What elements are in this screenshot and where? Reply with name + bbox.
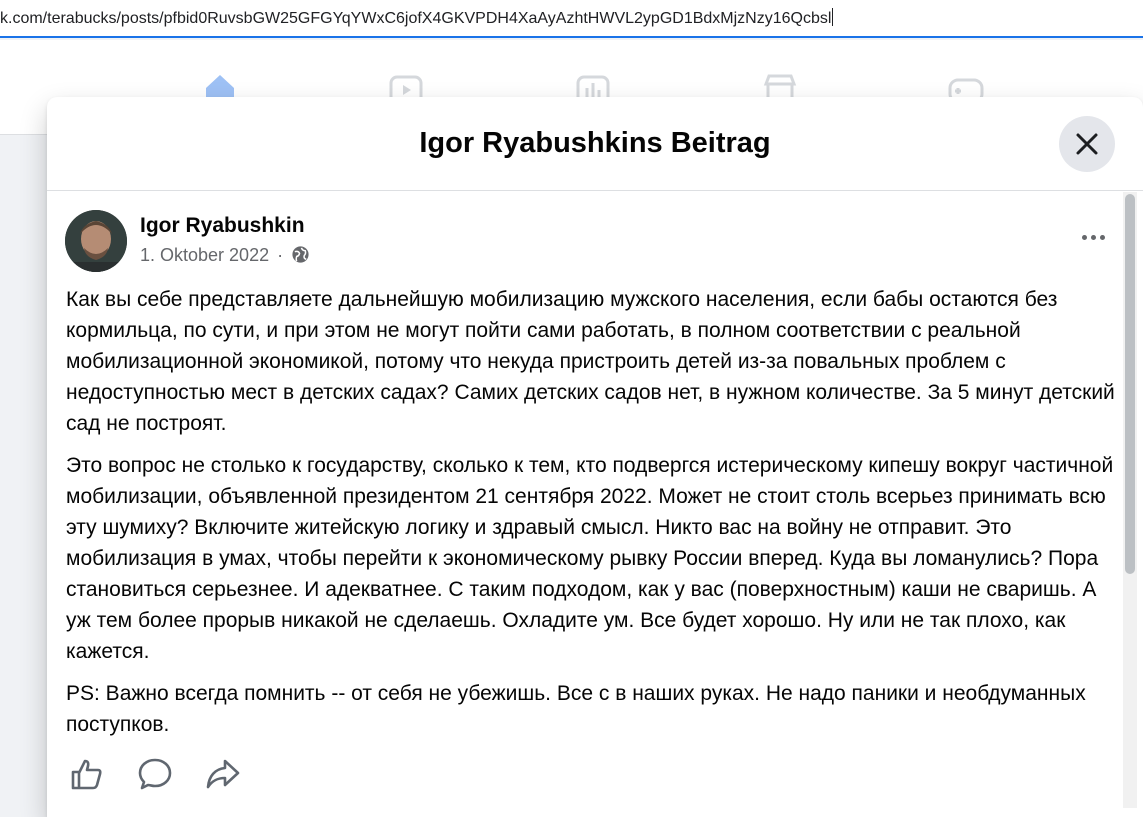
post-meta: 1. Oktober 2022 · [140, 245, 310, 266]
like-icon [71, 759, 102, 790]
author-name[interactable]: Igor Ryabushkin [140, 214, 305, 238]
share-button[interactable] [205, 756, 241, 792]
share-icon [206, 759, 240, 789]
more-icon-dot [1099, 234, 1105, 240]
modal-scrollbar[interactable] [1123, 192, 1137, 808]
text-caret [832, 8, 834, 26]
address-bar[interactable]: k.com/terabucks/posts/pfbid0RuvsbGW25GFG… [0, 0, 1143, 38]
modal-header: Igor Ryabushkins Beitrag [47, 97, 1143, 191]
comment-button[interactable] [137, 756, 173, 792]
comment-icon [138, 758, 172, 790]
post-paragraph: Это вопрос не столько к государству, ско… [66, 454, 1114, 663]
like-button[interactable] [69, 756, 105, 792]
post-paragraph: Как вы себе представляете дальнейшую моб… [66, 288, 1115, 435]
avatar[interactable] [65, 210, 127, 272]
post-text: Как вы себе представляете дальнейшую моб… [66, 284, 1126, 751]
scrollbar-thumb[interactable] [1125, 194, 1135, 574]
modal-title: Igor Ryabushkins Beitrag [419, 127, 771, 159]
more-icon [1081, 234, 1087, 240]
url-text[interactable]: k.com/terabucks/posts/pfbid0RuvsbGW25GFG… [0, 8, 834, 28]
close-icon [1076, 133, 1098, 155]
post-date[interactable]: 1. Oktober 2022 [140, 245, 269, 266]
more-icon-dot [1090, 234, 1096, 240]
post-paragraph: PS: Важно всегда помнить -- от себя не у… [66, 682, 1086, 736]
post: Igor Ryabushkin 1. Oktober 2022 · Как вы… [47, 192, 1127, 817]
meta-separator: · [277, 245, 284, 265]
close-button[interactable] [1059, 116, 1115, 172]
more-options-button[interactable] [1067, 220, 1119, 254]
post-modal: Igor Ryabushkins Beitrag Igor Ryabushkin… [47, 97, 1143, 817]
globe-icon [291, 245, 310, 266]
